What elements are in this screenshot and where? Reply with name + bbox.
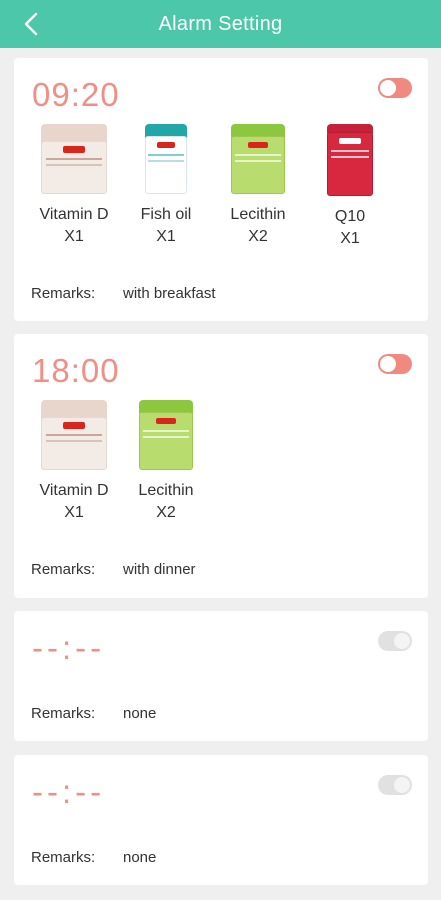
medication-list: Vitamin D X1 Lecithin X2 (28, 400, 212, 524)
medication-quantity: X1 (64, 504, 84, 521)
medication-name: Q10 (334, 208, 366, 225)
medication-item[interactable]: Lecithin X2 (212, 124, 304, 250)
q10-bottle-icon (327, 124, 373, 196)
medication-item[interactable]: Vitamin D X1 (28, 124, 120, 250)
medication-quantity: X2 (248, 228, 268, 245)
chevron-left-icon (24, 12, 38, 36)
remarks-label: Remarks: (31, 561, 96, 578)
medication-item[interactable]: Q10 X1 (304, 124, 396, 250)
remarks-label: Remarks: (31, 705, 96, 722)
medication-item[interactable]: Vitamin D X1 (28, 400, 120, 524)
alarm-toggle[interactable] (378, 775, 412, 795)
alarm-card[interactable]: 09:20 Vitamin D X1 Fish oil X1 Lecithin … (14, 58, 428, 321)
medication-name: Vitamin D (39, 206, 109, 223)
remarks-value: with breakfast (123, 285, 216, 302)
page-title: Alarm Setting (158, 12, 283, 35)
toggle-knob (380, 80, 396, 96)
medication-quantity: X1 (340, 230, 360, 247)
remarks-label: Remarks: (31, 849, 96, 866)
vitamin-d-bottle-icon (41, 400, 107, 470)
remarks-label: Remarks: (31, 285, 96, 302)
alarm-toggle[interactable] (378, 78, 412, 98)
medication-quantity: X1 (156, 228, 176, 245)
alarm-toggle[interactable] (378, 631, 412, 651)
medication-quantity: X2 (156, 504, 176, 521)
toggle-knob (380, 356, 396, 372)
back-button[interactable] (16, 8, 46, 40)
alarm-time[interactable]: --:-- (32, 629, 105, 667)
alarm-card[interactable]: --:-- Remarks: none (14, 755, 428, 885)
alarm-card[interactable]: --:-- Remarks: none (14, 611, 428, 741)
alarm-time[interactable]: 18:00 (32, 352, 120, 390)
medication-name: Fish oil (140, 206, 192, 223)
remarks-value: none (123, 705, 157, 722)
medication-quantity: X1 (64, 228, 84, 245)
remarks-value: none (123, 849, 157, 866)
vitamin-d-bottle-icon (41, 124, 107, 194)
remarks-row[interactable]: Remarks: none (31, 705, 156, 722)
alarm-toggle[interactable] (378, 354, 412, 374)
toggle-knob (394, 633, 410, 649)
remarks-row[interactable]: Remarks: with dinner (31, 561, 196, 578)
medication-name: Lecithin (230, 206, 286, 223)
medication-list: Vitamin D X1 Fish oil X1 Lecithin X2 Q10… (28, 124, 396, 250)
alarm-time[interactable]: 09:20 (32, 76, 120, 114)
remarks-value: with dinner (123, 561, 196, 578)
lecithin-bottle-icon (231, 124, 285, 194)
toggle-knob (394, 777, 410, 793)
remarks-row[interactable]: Remarks: with breakfast (31, 285, 216, 302)
fish-oil-bottle-icon (145, 124, 187, 194)
medication-item[interactable]: Fish oil X1 (120, 124, 212, 250)
remarks-row[interactable]: Remarks: none (31, 849, 156, 866)
medication-name: Lecithin (138, 482, 194, 499)
medication-item[interactable]: Lecithin X2 (120, 400, 212, 524)
app-header: Alarm Setting (0, 0, 441, 48)
medication-name: Vitamin D (39, 482, 109, 499)
lecithin-bottle-icon (139, 400, 193, 470)
alarm-time[interactable]: --:-- (32, 773, 105, 811)
alarm-card[interactable]: 18:00 Vitamin D X1 Lecithin X2 Remarks: … (14, 334, 428, 598)
